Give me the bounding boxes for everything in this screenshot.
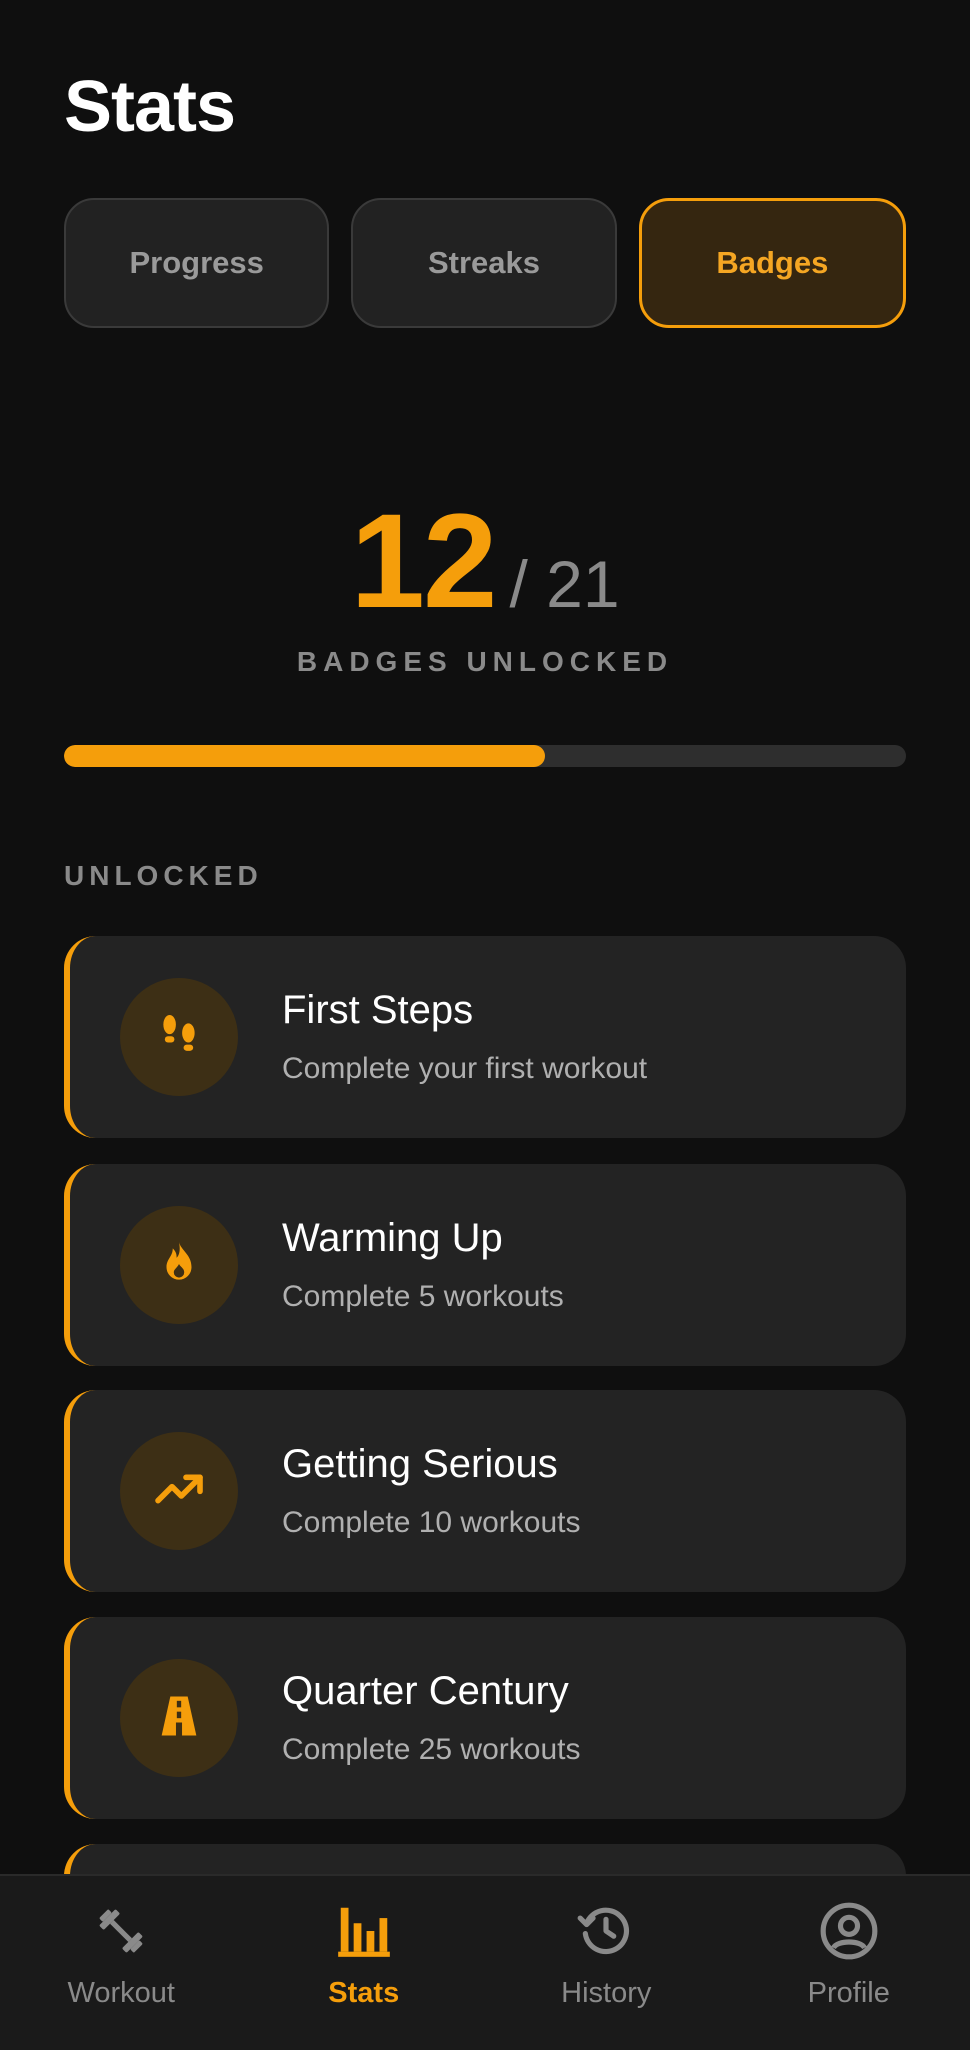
history-icon [575, 1900, 637, 1967]
badge-name: First Steps [282, 988, 473, 1033]
bottom-navigation: Workout Stats History [0, 1874, 970, 2050]
profile-icon [818, 1900, 880, 1967]
nav-item-history[interactable]: History [485, 1876, 728, 2050]
flame-icon [154, 1238, 204, 1293]
badge-icon-circle [120, 978, 238, 1096]
trending-up-icon [151, 1461, 207, 1522]
page-title: Stats [64, 66, 235, 148]
tab-badges[interactable]: Badges [639, 198, 906, 328]
nav-item-profile[interactable]: Profile [728, 1876, 970, 2050]
badges-progress-bar [64, 745, 906, 767]
badge-name: Getting Serious [282, 1442, 558, 1487]
progress-fill [64, 745, 545, 767]
unlocked-count: 12 [350, 487, 495, 636]
nav-item-workout[interactable]: Workout [0, 1876, 243, 2050]
badge-name: Warming Up [282, 1216, 503, 1261]
nav-label: Profile [808, 1977, 890, 2010]
nav-label: Workout [68, 1977, 175, 2010]
badge-icon-circle [120, 1206, 238, 1324]
road-icon [153, 1690, 205, 1747]
badge-card[interactable]: First Steps Complete your first workout [64, 936, 906, 1138]
badge-description: Complete 10 workouts [282, 1506, 580, 1540]
badge-icon-circle [120, 1432, 238, 1550]
badge-card[interactable]: Quarter Century Complete 25 workouts [64, 1617, 906, 1819]
nav-item-stats[interactable]: Stats [243, 1876, 486, 2050]
nav-label: Stats [328, 1977, 399, 2010]
badge-counter: 12/ 21 [0, 485, 970, 638]
section-title-unlocked: UNLOCKED [64, 860, 263, 892]
counter-caption: BADGES UNLOCKED [0, 646, 970, 678]
tab-streaks[interactable]: Streaks [351, 198, 616, 328]
badge-description: Complete 25 workouts [282, 1733, 580, 1767]
footprints-icon [154, 1010, 204, 1065]
badge-name: Quarter Century [282, 1669, 569, 1714]
total-count: / 21 [509, 547, 619, 621]
badge-description: Complete 5 workouts [282, 1280, 564, 1314]
badge-card[interactable]: Getting Serious Complete 10 workouts [64, 1390, 906, 1592]
badge-icon-circle [120, 1659, 238, 1777]
segmented-tabs: Progress Streaks Badges [64, 198, 906, 328]
nav-label: History [561, 1977, 651, 2010]
dumbbell-icon [90, 1900, 152, 1967]
badge-description: Complete your first workout [282, 1052, 647, 1086]
bar-chart-icon [333, 1900, 395, 1967]
tab-progress[interactable]: Progress [64, 198, 329, 328]
badge-card[interactable]: Warming Up Complete 5 workouts [64, 1164, 906, 1366]
